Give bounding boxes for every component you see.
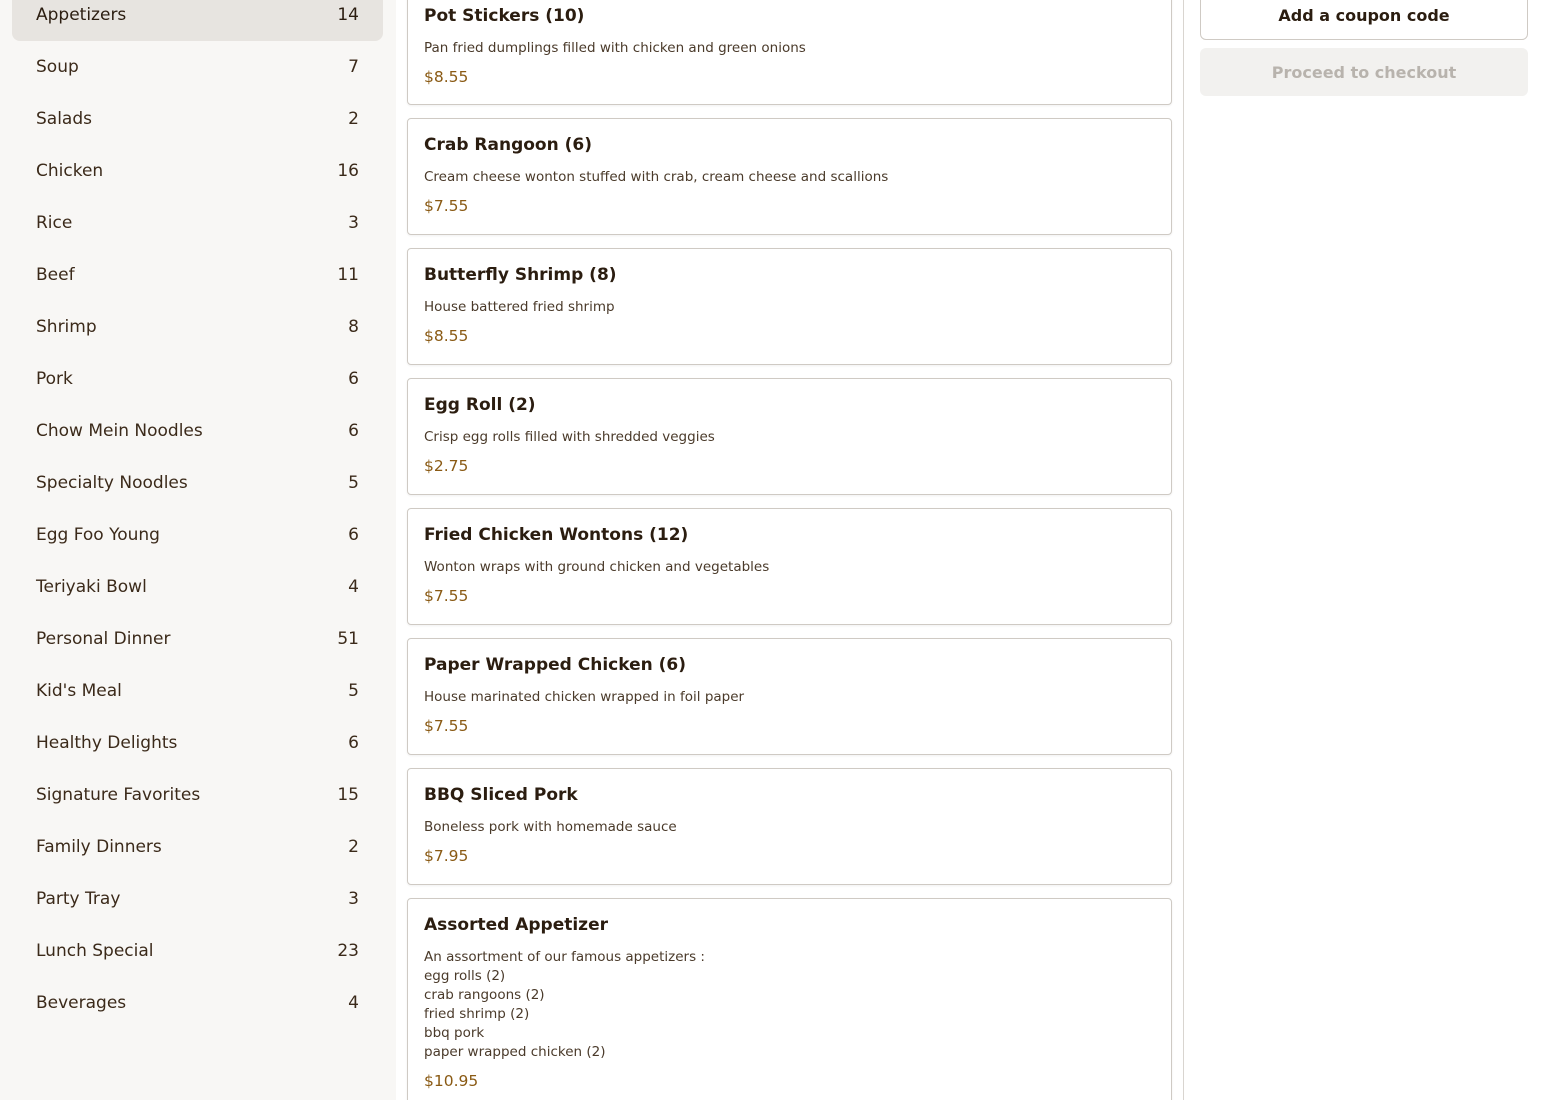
menu-item-price: $7.55 <box>424 197 469 215</box>
category-count: 2 <box>348 109 359 129</box>
category-label: Personal Dinner <box>36 629 171 649</box>
category-count: 4 <box>348 577 359 597</box>
menu-item-name: Crab Rangoon (6) <box>424 135 592 155</box>
category-label: Kid's Meal <box>36 681 122 701</box>
menu-item-description: Pan fried dumplings filled with chicken … <box>424 40 806 56</box>
menu-item-price: $8.55 <box>424 327 469 345</box>
category-count: 6 <box>348 733 359 753</box>
category-item-personal-dinner[interactable]: Personal Dinner 51 <box>12 613 383 665</box>
category-label: Specialty Noodles <box>36 473 188 493</box>
menu-item-name: Assorted Appetizer <box>424 915 608 935</box>
menu-item-description: An assortment of our famous appetizers :… <box>424 949 705 1060</box>
category-count: 6 <box>348 421 359 441</box>
category-label: Teriyaki Bowl <box>36 577 147 597</box>
category-item-salads[interactable]: Salads 2 <box>12 93 383 145</box>
category-item-appetizers[interactable]: Appetizers 14 <box>12 0 383 41</box>
menu-item-card[interactable]: Assorted Appetizer An assortment of our … <box>407 898 1172 1100</box>
menu-item-price: $7.95 <box>424 847 469 865</box>
menu-item-card[interactable]: Butterfly Shrimp (8) House battered frie… <box>407 248 1172 365</box>
category-item-kids-meal[interactable]: Kid's Meal 5 <box>12 665 383 717</box>
menu-item-name: BBQ Sliced Pork <box>424 785 578 805</box>
category-item-shrimp[interactable]: Shrimp 8 <box>12 301 383 353</box>
category-item-family-dinners[interactable]: Family Dinners 2 <box>12 821 383 873</box>
menu-item-card[interactable]: Fried Chicken Wontons (12) Wonton wraps … <box>407 508 1172 625</box>
menu-item-name: Fried Chicken Wontons (12) <box>424 525 689 545</box>
category-count: 3 <box>348 889 359 909</box>
category-item-lunch-special[interactable]: Lunch Special 23 <box>12 925 383 977</box>
category-label: Appetizers <box>36 5 127 25</box>
category-label: Beverages <box>36 993 127 1013</box>
category-item-signature-favorites[interactable]: Signature Favorites 15 <box>12 769 383 821</box>
menu-item-description: Boneless pork with homemade sauce <box>424 819 677 835</box>
category-label: Beef <box>36 265 75 285</box>
category-count: 7 <box>348 57 359 77</box>
category-label: Egg Foo Young <box>36 525 160 545</box>
menu-item-price: $8.55 <box>424 68 469 86</box>
category-item-beverages[interactable]: Beverages 4 <box>12 977 383 1029</box>
category-count: 16 <box>337 161 359 181</box>
menu-item-price: $7.55 <box>424 717 469 735</box>
cart-panel: Add a coupon code Proceed to checkout <box>1184 0 1544 1100</box>
category-count: 6 <box>348 369 359 389</box>
category-count: 2 <box>348 837 359 857</box>
menu-item-card[interactable]: Pot Stickers (10) Pan fried dumplings fi… <box>407 0 1172 105</box>
category-item-rice[interactable]: Rice 3 <box>12 197 383 249</box>
category-label: Rice <box>36 213 73 233</box>
category-label: Pork <box>36 369 73 389</box>
category-item-chicken[interactable]: Chicken 16 <box>12 145 383 197</box>
category-label: Lunch Special <box>36 941 154 961</box>
menu-item-name: Butterfly Shrimp (8) <box>424 265 617 285</box>
category-label: Signature Favorites <box>36 785 201 805</box>
category-label: Shrimp <box>36 317 97 337</box>
category-item-beef[interactable]: Beef 11 <box>12 249 383 301</box>
category-item-specialty-noodles[interactable]: Specialty Noodles 5 <box>12 457 383 509</box>
menu-item-name: Paper Wrapped Chicken (6) <box>424 655 686 675</box>
menu-item-card[interactable]: BBQ Sliced Pork Boneless pork with homem… <box>407 768 1172 885</box>
category-count: 4 <box>348 993 359 1013</box>
proceed-to-checkout-button[interactable]: Proceed to checkout <box>1200 48 1528 96</box>
category-count: 51 <box>337 629 359 649</box>
category-item-pork[interactable]: Pork 6 <box>12 353 383 405</box>
category-count: 15 <box>337 785 359 805</box>
category-label: Family Dinners <box>36 837 162 857</box>
category-count: 14 <box>337 5 359 25</box>
category-item-healthy-delights[interactable]: Healthy Delights 6 <box>12 717 383 769</box>
category-count: 6 <box>348 525 359 545</box>
menu-item-price: $7.55 <box>424 587 469 605</box>
menu-item-price: $10.95 <box>424 1072 479 1090</box>
menu-item-description: House battered fried shrimp <box>424 299 615 315</box>
category-count: 23 <box>337 941 359 961</box>
menu-items-list: Pot Stickers (10) Pan fried dumplings fi… <box>396 0 1184 1100</box>
category-count: 11 <box>337 265 359 285</box>
category-sidebar: Appetizers 14 Soup 7 Salads 2 Chicken 16… <box>0 0 396 1100</box>
category-label: Healthy Delights <box>36 733 178 753</box>
menu-item-name: Egg Roll (2) <box>424 395 536 415</box>
category-item-teriyaki-bowl[interactable]: Teriyaki Bowl 4 <box>12 561 383 613</box>
category-label: Salads <box>36 109 92 129</box>
category-item-chow-mein-noodles[interactable]: Chow Mein Noodles 6 <box>12 405 383 457</box>
menu-item-card[interactable]: Crab Rangoon (6) Cream cheese wonton stu… <box>407 118 1172 235</box>
category-label: Chow Mein Noodles <box>36 421 203 441</box>
menu-item-description: Crisp egg rolls filled with shredded veg… <box>424 429 715 445</box>
category-label: Chicken <box>36 161 104 181</box>
menu-item-description: House marinated chicken wrapped in foil … <box>424 689 745 705</box>
category-item-party-tray[interactable]: Party Tray 3 <box>12 873 383 925</box>
category-item-egg-foo-young[interactable]: Egg Foo Young 6 <box>12 509 383 561</box>
category-label: Party Tray <box>36 889 121 909</box>
add-coupon-button[interactable]: Add a coupon code <box>1200 0 1528 40</box>
category-count: 5 <box>348 681 359 701</box>
category-label: Soup <box>36 57 79 77</box>
category-item-soup[interactable]: Soup 7 <box>12 41 383 93</box>
category-count: 8 <box>348 317 359 337</box>
menu-item-description: Wonton wraps with ground chicken and veg… <box>424 559 770 575</box>
category-count: 3 <box>348 213 359 233</box>
category-list: Appetizers 14 Soup 7 Salads 2 Chicken 16… <box>12 0 383 1029</box>
menu-item-name: Pot Stickers (10) <box>424 6 585 26</box>
category-count: 5 <box>348 473 359 493</box>
menu-item-card[interactable]: Egg Roll (2) Crisp egg rolls filled with… <box>407 378 1172 495</box>
menu-item-price: $2.75 <box>424 457 469 475</box>
menu-item-description: Cream cheese wonton stuffed with crab, c… <box>424 169 889 185</box>
menu-item-card[interactable]: Paper Wrapped Chicken (6) House marinate… <box>407 638 1172 755</box>
